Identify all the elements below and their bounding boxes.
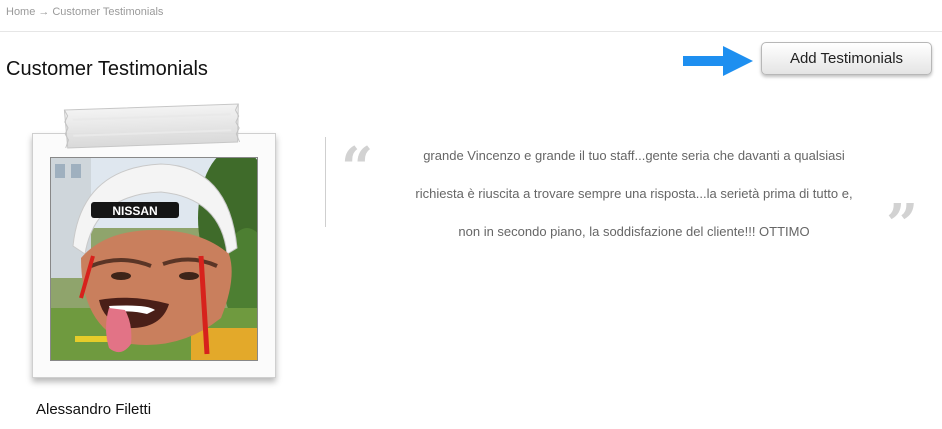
testimonial-line: non in secondo piano, la soddisfazione d…: [458, 224, 810, 239]
breadcrumb-separator: →: [38, 6, 50, 18]
author-photo-frame: NISSAN: [32, 133, 276, 378]
tape-decoration: [63, 103, 241, 149]
add-testimonials-button[interactable]: Add Testimonials: [761, 42, 932, 75]
testimonial-line: grande Vincenzo e grande il tuo staff...…: [423, 148, 845, 163]
author-photo: NISSAN: [50, 157, 258, 361]
testimonial-line: richiesta è riuscita a trovare sempre un…: [415, 186, 853, 201]
breadcrumb-home-link[interactable]: Home: [6, 6, 35, 18]
page-title: Customer Testimonials: [6, 58, 208, 80]
quote-divider: [325, 137, 326, 227]
arrow-right-icon: [683, 46, 753, 76]
helmet-text: NISSAN: [112, 204, 157, 218]
open-quote-icon: “: [341, 135, 374, 201]
breadcrumb: Home → Customer Testimonials: [6, 6, 163, 18]
testimonial-author: Alessandro Filetti: [36, 401, 152, 418]
testimonial-text: grande Vincenzo e grande il tuo staff...…: [375, 137, 893, 251]
header-divider: [0, 31, 942, 32]
breadcrumb-current: Customer Testimonials: [52, 6, 164, 18]
